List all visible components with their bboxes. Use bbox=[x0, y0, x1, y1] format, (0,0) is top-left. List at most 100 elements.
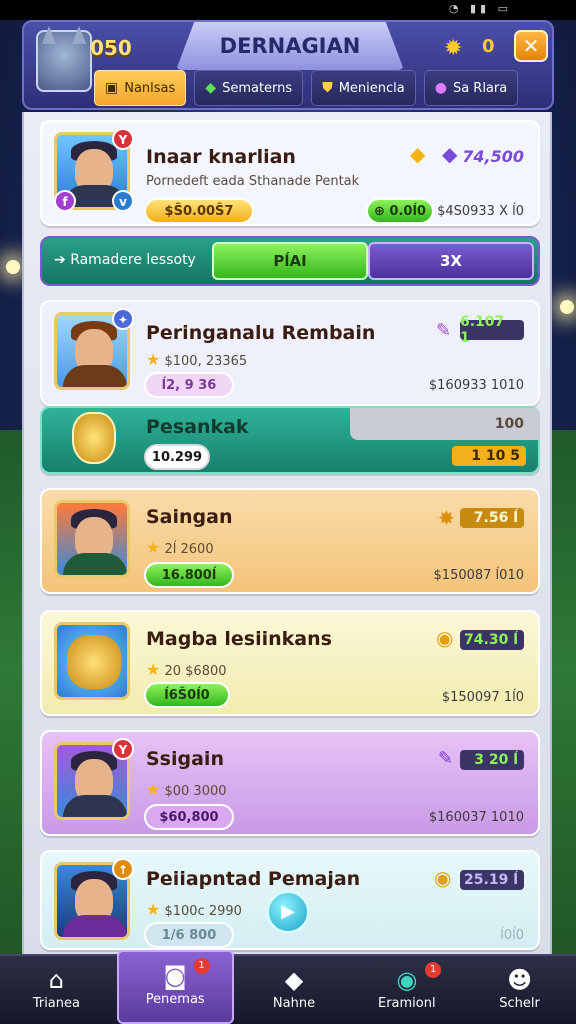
player-name: Magba lesiinkans bbox=[146, 628, 332, 650]
progress-fill-green: PĺAI bbox=[212, 242, 368, 280]
camera-icon: ◙ bbox=[163, 962, 187, 990]
portrait-icon: ◉ bbox=[396, 966, 418, 994]
nav-item-schelr[interactable]: ☻ Schelr bbox=[463, 956, 576, 1024]
player-portrait bbox=[54, 500, 130, 578]
bonus-pill: ⊕ 0.0ĺ0 bbox=[366, 198, 434, 224]
player-name: Inaar knarlian bbox=[146, 146, 296, 168]
player-name: Ssigain bbox=[146, 748, 224, 770]
tab-sa-rlara[interactable]: ● Sa Rlara bbox=[423, 70, 519, 106]
mascot-icon bbox=[72, 412, 116, 464]
player-subtitle: ★ $00 3000 bbox=[146, 780, 227, 799]
rating-value: 7.56 ĺ bbox=[460, 508, 524, 528]
star-icon: ★ bbox=[146, 538, 161, 557]
price-label: ĺ0ĺ0 bbox=[500, 928, 524, 943]
ear-icon bbox=[72, 26, 86, 44]
price-label: $150087 ĺ010 bbox=[433, 568, 524, 583]
upgrade-badge-icon: Y bbox=[112, 738, 134, 760]
rating-value: 25.19 ĺ bbox=[460, 870, 524, 890]
list-item[interactable]: Magba lesiinkans ★ 20 $6800 ĺ6Ŝ0ĺ0 ◉ 74.… bbox=[40, 610, 540, 716]
player-subtitle: ★ 2ĺ 2600 bbox=[146, 538, 214, 557]
cat-icon: ✸ bbox=[438, 506, 455, 530]
notification-badge: 1 bbox=[193, 958, 210, 974]
shield-icon: ⛊ bbox=[322, 80, 333, 96]
skill-badge-icon: f bbox=[54, 190, 76, 212]
salary-pill: $Ŝ0.00Ŝ7 bbox=[144, 198, 254, 224]
upgrade-badge-icon: ✦ bbox=[112, 308, 134, 330]
upgrade-badge-icon: ↑ bbox=[112, 858, 134, 880]
gem-icon: ◆ bbox=[442, 142, 458, 166]
gem-icon: ✎ bbox=[436, 320, 452, 341]
price-label: $160037 1010 bbox=[428, 810, 524, 825]
rating-value: 6.107 1 bbox=[460, 314, 524, 346]
coin-icon: ◉ bbox=[434, 866, 452, 890]
rating-value: 100 bbox=[494, 416, 524, 432]
player-avatar[interactable] bbox=[36, 26, 92, 92]
price-label: $150097 1ĺ0 bbox=[441, 690, 524, 705]
page-title: DERNAGIAN bbox=[219, 34, 361, 58]
page-title-banner: DERNAGIAN bbox=[176, 22, 404, 70]
gem-icon: ✎ bbox=[438, 748, 454, 769]
list-item[interactable]: Y f v Inaar knarlian Pornedeft eada Stha… bbox=[40, 120, 540, 226]
tab-nanlsas[interactable]: ▣ Nanlsas bbox=[94, 70, 187, 106]
bottom-nav: ⌂ Trianea ◙ Penemas 1 ◆ Nahne ◉ Eramionl… bbox=[0, 950, 576, 1024]
user-icon: ☻ bbox=[507, 966, 533, 994]
star-icon: ★ bbox=[146, 350, 161, 369]
orb-icon: ● bbox=[434, 80, 447, 96]
player-list-panel: Y f v Inaar knarlian Pornedeft eada Stha… bbox=[22, 112, 552, 954]
rating-value: 3 20 ĺ bbox=[460, 750, 524, 770]
player-subtitle: Pornedeft eada Sthanade Pentak bbox=[146, 174, 360, 189]
category-tabs: ▣ Nanlsas ◆ Sematerns ⛊ Meniencla ● Sa Rlara bbox=[94, 70, 519, 106]
location-pin-icon: ◉ bbox=[436, 626, 454, 650]
list-item[interactable]: ✦ Peringanalu Rembain ★ $100, 23365 ĺ2, … bbox=[40, 300, 540, 406]
level-value: 1 10 5 bbox=[452, 446, 526, 466]
upgrade-badge-icon: Y bbox=[112, 128, 134, 150]
salary-pill: ĺ2, 9 36 bbox=[144, 372, 234, 398]
nav-item-penemas[interactable]: ◙ Penemas 1 bbox=[116, 950, 234, 1024]
skill-badge-icon: v bbox=[112, 190, 134, 212]
player-subtitle: ★ $100, 23365 bbox=[146, 350, 248, 369]
player-name: Saingan bbox=[146, 506, 233, 528]
tab-sematerns[interactable]: ◆ Sematerns bbox=[194, 70, 304, 106]
list-item[interactable]: Saingan ★ 2ĺ 2600 16.800ĺ ✸ 7.56 ĺ $1500… bbox=[40, 488, 540, 594]
player-portrait bbox=[54, 622, 130, 700]
stadium-light bbox=[560, 300, 574, 314]
price-label: $4S0933 X ĺ0 bbox=[437, 204, 524, 219]
progress-label: ➔ Ramadere lessoty bbox=[54, 252, 196, 268]
play-button[interactable]: ▶ bbox=[266, 890, 310, 934]
diamond-icon: ◆ bbox=[284, 966, 304, 994]
star-icon: ★ bbox=[146, 900, 161, 919]
coin-count: 050 bbox=[90, 36, 132, 60]
list-item[interactable]: Y Ssigain ★ $00 3000 $60,800 ✎ 3 20 ĺ $1… bbox=[40, 730, 540, 836]
mascot-icon bbox=[67, 635, 121, 689]
salary-pill: 1/6 800 bbox=[144, 922, 234, 948]
price-label: $160933 1010 bbox=[428, 378, 524, 393]
rating-value: 74.30 ĺ bbox=[460, 630, 524, 650]
stadium-light bbox=[6, 260, 20, 274]
close-button[interactable]: ✕ bbox=[514, 30, 548, 62]
leaf-icon: ◆ bbox=[205, 80, 217, 96]
house-icon: ⌂ bbox=[48, 966, 65, 994]
salary-pill: ĺ6Ŝ0ĺ0 bbox=[144, 682, 230, 708]
player-name: Pesankak bbox=[146, 416, 249, 438]
coin-icon: ◆ bbox=[410, 142, 426, 166]
player-subtitle: ★ $100c 2990 bbox=[146, 900, 242, 919]
crate-icon: ▣ bbox=[105, 80, 119, 96]
progress-fill-purple: 3X bbox=[368, 242, 534, 280]
star-icon: ★ bbox=[146, 780, 161, 799]
salary-pill: $60,800 bbox=[144, 804, 234, 830]
nav-item-eramionl[interactable]: ◉ Eramionl 1 bbox=[350, 956, 463, 1024]
status-bar: ◔ ▮▮ ▭ bbox=[0, 0, 576, 20]
ear-icon bbox=[42, 26, 56, 44]
salary-pill: 16.800ĺ bbox=[144, 562, 234, 588]
progress-row[interactable]: ➔ Ramadere lessoty PĺAI 3X bbox=[40, 236, 540, 286]
gear-count: 0 bbox=[482, 36, 495, 57]
player-subtitle: ★ 20 $6800 bbox=[146, 660, 227, 679]
gear-icon[interactable]: ✹ bbox=[444, 36, 462, 61]
nav-item-nahne[interactable]: ◆ Nahne bbox=[238, 956, 351, 1024]
status-icons: ◔ ▮▮ ▭ bbox=[448, 2, 512, 15]
nav-item-trianea[interactable]: ⌂ Trianea bbox=[0, 956, 113, 1024]
player-name: Peringanalu Rembain bbox=[146, 322, 376, 344]
tab-meniencla[interactable]: ⛊ Meniencla bbox=[311, 70, 416, 106]
value-pill: 10.299 bbox=[144, 444, 210, 470]
list-item[interactable]: Pesankak 10.299 100 1 10 5 bbox=[40, 406, 540, 474]
